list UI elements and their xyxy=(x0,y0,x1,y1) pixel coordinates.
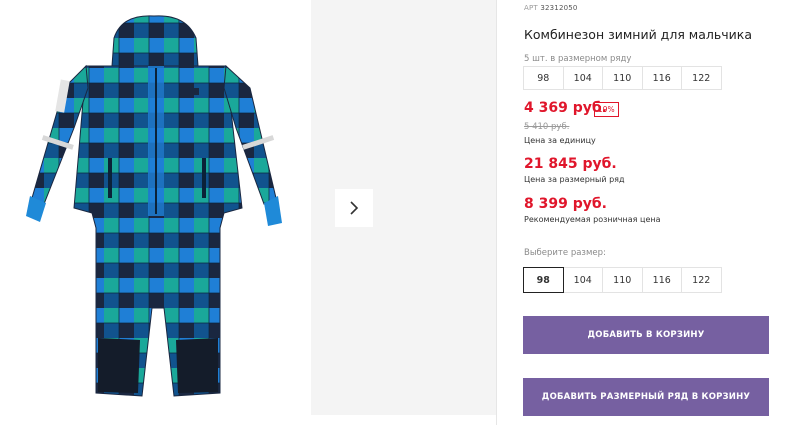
article-number: АРТ 32312050 xyxy=(524,4,578,12)
size-option-110[interactable]: 110 xyxy=(602,267,643,293)
size-option-116[interactable]: 116 xyxy=(641,267,682,293)
add-to-cart-button[interactable]: ДОБАВИТЬ В КОРЗИНУ xyxy=(523,316,769,354)
old-price: 5 410 руб. xyxy=(524,122,570,132)
chevron-right-icon xyxy=(350,201,359,215)
divider xyxy=(496,0,497,425)
product-title: Комбинезон зимний для мальчика xyxy=(524,27,752,42)
add-size-row-to-cart-button[interactable]: ДОБАВИТЬ РАЗМЕРНЫЙ РЯД В КОРЗИНУ xyxy=(523,378,769,416)
size-option-104[interactable]: 104 xyxy=(562,267,603,293)
discount-badge: 19% xyxy=(594,102,619,117)
size-row-item: 98 xyxy=(523,66,564,90)
article-value: 32312050 xyxy=(540,4,578,12)
size-row-item: 110 xyxy=(602,66,643,90)
size-selector: 98 104 110 116 122 xyxy=(523,267,722,293)
size-row-caption: 5 шт. в размерном ряду xyxy=(524,54,632,64)
size-row-item: 104 xyxy=(562,66,603,90)
size-option-122[interactable]: 122 xyxy=(681,267,722,293)
rrp-price: 8 399 руб. xyxy=(524,196,607,212)
size-option-98[interactable]: 98 xyxy=(523,267,564,293)
product-photo[interactable] xyxy=(14,8,302,408)
size-row-list: 98 104 110 116 122 xyxy=(523,66,722,90)
size-row-item: 122 xyxy=(681,66,722,90)
size-row-item: 116 xyxy=(641,66,682,90)
size-row-price: 21 845 руб. xyxy=(524,156,617,172)
article-label: АРТ xyxy=(524,4,538,12)
unit-price-caption: Цена за единицу xyxy=(524,136,596,145)
size-row-price-caption: Цена за размерный ряд xyxy=(524,175,625,184)
product-gallery xyxy=(0,0,310,425)
choose-size-caption: Выберите размер: xyxy=(524,248,606,258)
next-image-button[interactable] xyxy=(335,189,373,227)
rrp-price-caption: Рекомендуемая розничная цена xyxy=(524,215,661,224)
